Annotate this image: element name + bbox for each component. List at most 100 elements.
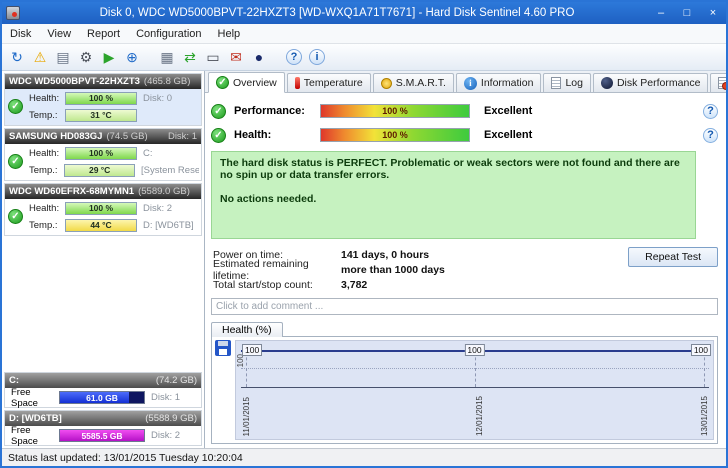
disk-size: (5589.0 GB) <box>138 186 190 197</box>
disk-entry-0[interactable]: WDC WD5000BPVT-22HXZT3 (465.8 GB) Health… <box>4 73 202 126</box>
health-bar: 100 % <box>65 202 137 215</box>
partition-entry-c[interactable]: C: (74.2 GB) Free Space 61.0 GB Disk: 1 <box>4 372 202 408</box>
temp-bar: 29 °C <box>64 164 135 177</box>
repeat-test-button[interactable]: Repeat Test <box>628 247 718 267</box>
menu-configuration[interactable]: Configuration <box>128 24 209 43</box>
temp-bar: 31 °C <box>65 109 137 122</box>
disk-number: Disk: 2 <box>143 203 172 214</box>
disk-size: (74.5 GB) <box>106 131 147 142</box>
main-panel: Overview Temperature S.M.A.R.T. Informat… <box>205 71 726 448</box>
thermometer-icon <box>295 77 300 89</box>
stat-remaining-lifetime: Estimated remaining lifetime: more than … <box>213 262 445 277</box>
drive-letter: D: [WD6TB] <box>143 220 194 231</box>
partition-size: (74.2 GB) <box>156 375 197 386</box>
menu-view[interactable]: View <box>39 24 79 43</box>
tab-log[interactable]: Log <box>543 73 591 92</box>
overview-icon <box>216 76 229 89</box>
information-icon <box>464 77 477 90</box>
disk-number: Disk: 1 <box>151 392 180 403</box>
stats-section: Power on time: 141 days, 0 hours Estimat… <box>213 247 718 292</box>
tab-smart[interactable]: S.M.A.R.T. <box>373 73 454 92</box>
email-report-icon[interactable]: ✉ <box>225 46 247 68</box>
scheduler-icon[interactable]: ● <box>248 46 270 68</box>
partition-size: (5588.9 GB) <box>145 413 197 424</box>
info-icon[interactable]: i <box>309 49 325 65</box>
stat-start-stop-count: Total start/stop count: 3,782 <box>213 277 445 292</box>
refresh-icon[interactable]: ↻ <box>6 46 28 68</box>
x-axis <box>241 387 709 388</box>
disk-name: WDC WD60EFRX-68MYMN1 <box>9 186 134 197</box>
partition-name: D: [WD6TB] <box>9 413 62 424</box>
health-row: Health: 100 % Excellent <box>211 123 718 147</box>
start-test-icon[interactable]: ▶ <box>98 46 120 68</box>
app-icon <box>6 6 20 20</box>
app-window: Disk 0, WDC WD5000BPVT-22HXZT3 [WD-WXQ1A… <box>0 0 728 468</box>
disk-name: WDC WD5000BPVT-22HXZT3 <box>9 76 140 87</box>
disk-ok-icon <box>8 99 23 114</box>
menu-report[interactable]: Report <box>79 24 128 43</box>
performance-row: Performance: 100 % Excellent <box>211 99 718 123</box>
tab-information[interactable]: Information <box>456 73 542 92</box>
maximize-button[interactable]: □ <box>674 4 700 22</box>
partition-entry-d[interactable]: D: [WD6TB] (5588.9 GB) Free Space 5585.5… <box>4 410 202 446</box>
y-axis-tick: 100 <box>236 354 245 367</box>
disk-surface-test-icon[interactable]: ▤ <box>52 46 74 68</box>
comment-input[interactable] <box>211 298 718 315</box>
disk-number: Disk: 2 <box>151 430 180 441</box>
alerts-icon <box>718 77 728 89</box>
disk-header: WDC WD5000BPVT-22HXZT3 (465.8 GB) <box>5 74 201 89</box>
help-icon[interactable] <box>703 128 718 143</box>
disk-entry-1[interactable]: SAMSUNG HD083GJ (74.5 GB) Disk: 1 Health… <box>4 128 202 181</box>
health-chart: Health (%) 100 10 <box>211 321 718 444</box>
disk-name: SAMSUNG HD083GJ <box>9 131 102 142</box>
health-meter: 100 % <box>320 128 470 142</box>
window-title: Disk 0, WDC WD5000BPVT-22HXZT3 [WD-WXQ1A… <box>26 7 648 19</box>
help-icon[interactable]: ? <box>286 49 302 65</box>
panels-icon[interactable]: ▦ <box>156 46 178 68</box>
disk-entry-2[interactable]: WDC WD60EFRX-68MYMN1 (5589.0 GB) Health:… <box>4 183 202 236</box>
disk-header: WDC WD60EFRX-68MYMN1 (5589.0 GB) <box>5 184 201 199</box>
log-icon <box>551 77 561 89</box>
help-icon[interactable] <box>703 104 718 119</box>
drive-letter: C: <box>143 148 153 159</box>
disk-ok-icon <box>8 209 23 224</box>
alert-icon[interactable]: ⚠ <box>29 46 51 68</box>
health-bar: 100 % <box>65 147 137 160</box>
tab-overview[interactable]: Overview <box>208 72 285 93</box>
status-bar: Status last updated: 13/01/2015 Tuesday … <box>2 448 726 466</box>
menu-help[interactable]: Help <box>210 24 249 43</box>
ok-icon <box>211 128 226 143</box>
partition-list: C: (74.2 GB) Free Space 61.0 GB Disk: 1 <box>4 370 202 446</box>
save-chart-icon[interactable] <box>215 340 231 356</box>
monitor-icon[interactable]: ▭ <box>202 46 224 68</box>
health-rating: Excellent <box>484 129 532 141</box>
menu-disk[interactable]: Disk <box>2 24 39 43</box>
temp-bar: 44 °C <box>65 219 137 232</box>
sync-icon[interactable]: ⇄ <box>179 46 201 68</box>
point-value-label: 100 <box>242 344 262 356</box>
settings-gear-icon[interactable]: ⚙ <box>75 46 97 68</box>
partition-name: C: <box>9 375 19 386</box>
online-www-icon[interactable]: ⊕ <box>121 46 143 68</box>
performance-meter: 100 % <box>320 104 470 118</box>
disk-status-message: The hard disk status is PERFECT. Problem… <box>211 151 696 239</box>
x-axis-date: 12/01/2015 <box>475 396 484 436</box>
disk-header: SAMSUNG HD083GJ (74.5 GB) Disk: 1 <box>5 129 201 144</box>
smart-icon <box>381 78 392 89</box>
chart-tab-health[interactable]: Health (%) <box>211 322 283 337</box>
disk-number: Disk: 1 <box>168 131 197 142</box>
minimize-button[interactable]: – <box>648 4 674 22</box>
toolbar: ↻ ⚠ ▤ ⚙ ▶ ⊕ ▦ ⇄ ▭ ✉ ● ? i <box>2 44 726 71</box>
performance-rating: Excellent <box>484 105 532 117</box>
point-value-label: 100 <box>464 344 484 356</box>
ok-icon <box>211 104 226 119</box>
tab-temperature[interactable]: Temperature <box>287 73 371 92</box>
menubar: Disk View Report Configuration Help <box>2 24 726 44</box>
status-last-updated: Status last updated: 13/01/2015 Tuesday … <box>8 452 243 464</box>
close-button[interactable]: × <box>700 4 726 22</box>
health-bar: 100 % <box>65 92 137 105</box>
free-space-bar: 5585.5 GB <box>59 429 145 442</box>
tab-disk-performance[interactable]: Disk Performance <box>593 73 708 92</box>
disk-number: Disk: 0 <box>143 93 172 104</box>
tab-alerts[interactable]: Alerts <box>710 73 728 92</box>
